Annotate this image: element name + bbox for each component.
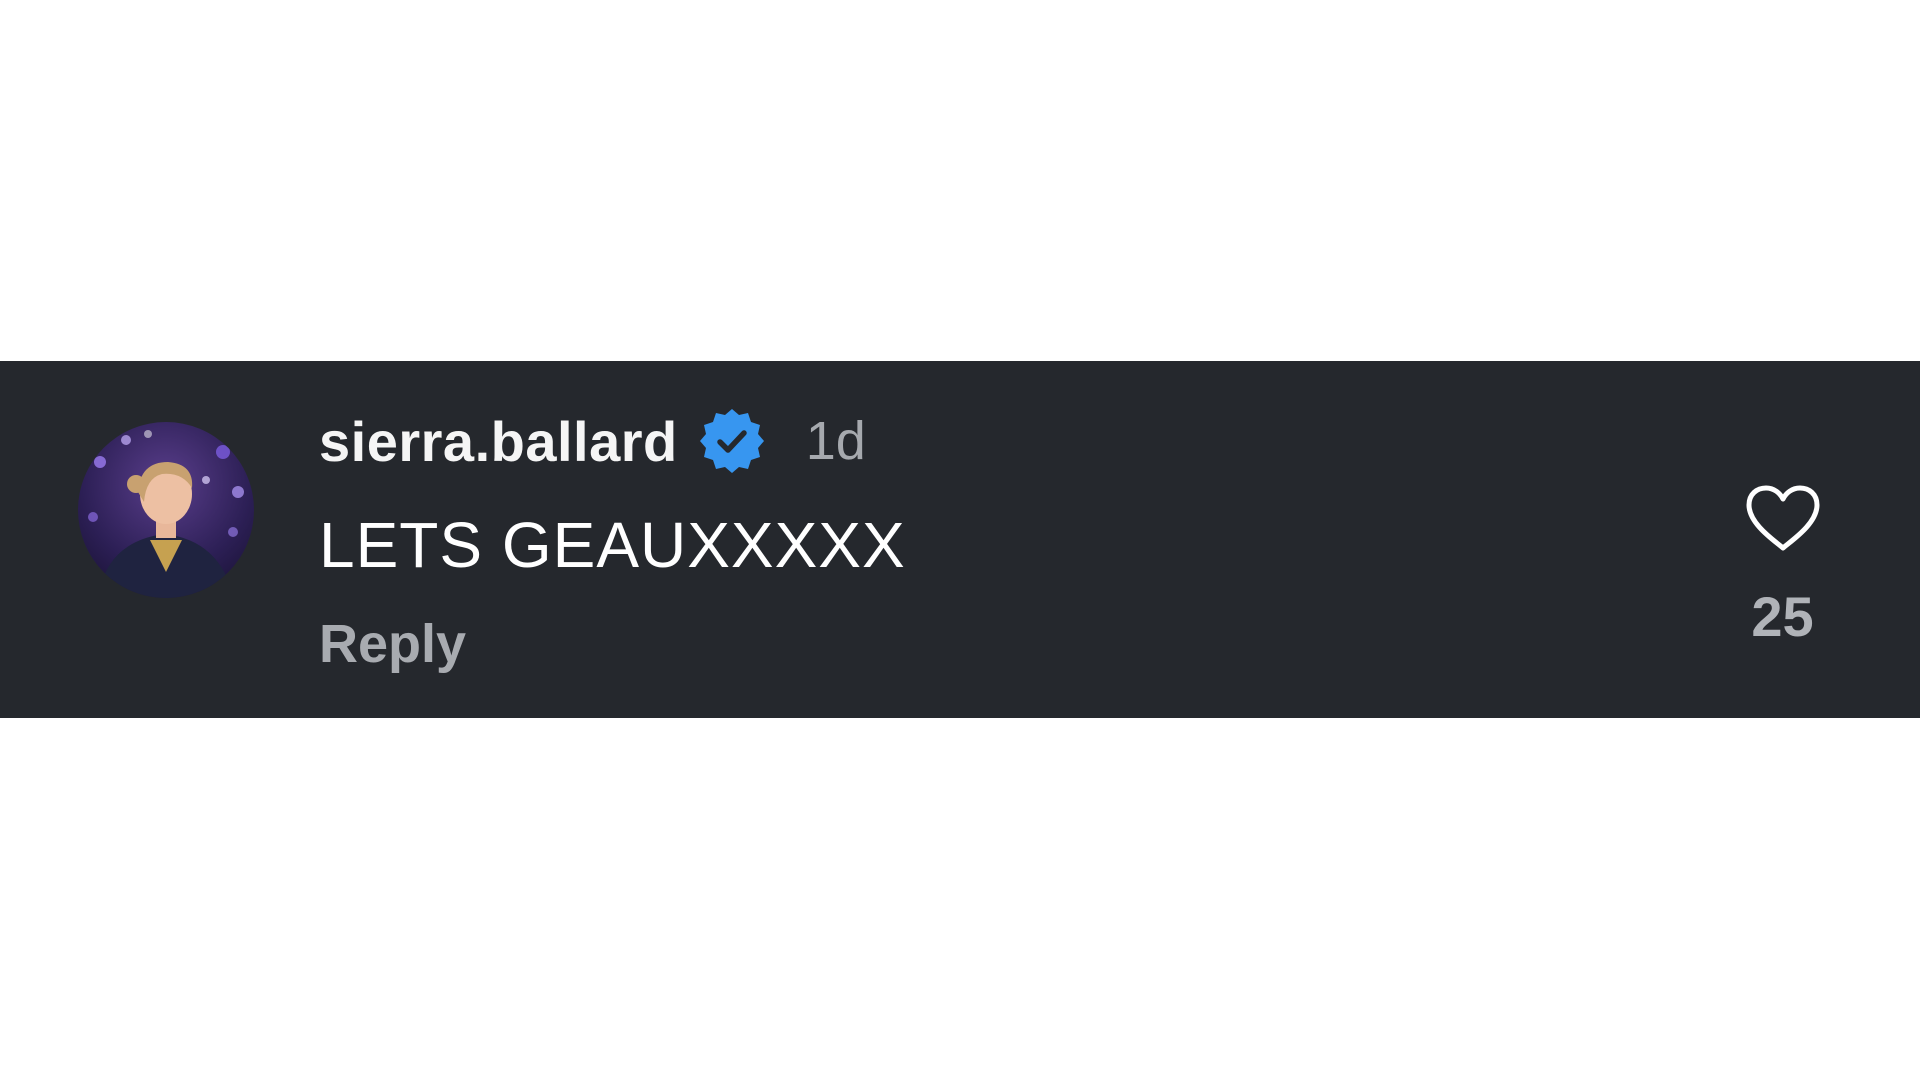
comment-text: LETS GEAUXXXXX [319,509,906,581]
avatar[interactable] [78,422,254,598]
comment-timestamp: 1d [805,411,866,471]
comment-row [0,361,1920,718]
reply-button[interactable]: Reply [319,613,466,675]
like-count: 25 [1751,585,1814,648]
comment-header: sierra.ballard 1d [319,406,866,476]
avatar-photo [78,422,254,598]
heart-outline-icon[interactable] [1745,484,1821,552]
username-link[interactable]: sierra.ballard [319,409,678,474]
verified-badge-icon [699,409,764,473]
page: sierra.ballard 1d LETS GEAUXXXXX Reply 2… [0,0,1920,1080]
